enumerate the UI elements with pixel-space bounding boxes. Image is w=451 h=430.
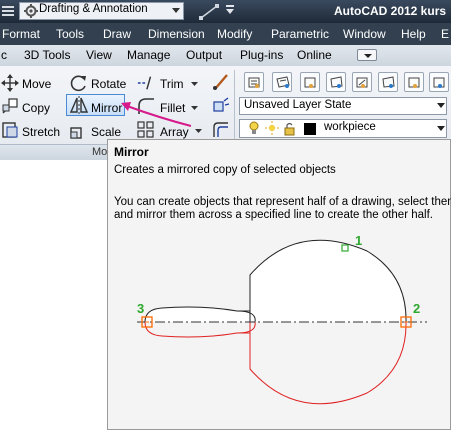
menu-draw[interactable]: Draw	[103, 27, 131, 41]
menu-parametric[interactable]: Parametric	[271, 27, 329, 41]
layer-status-icons	[249, 121, 316, 136]
menu-format[interactable]: Format	[2, 27, 40, 41]
tab-plug-ins[interactable]: Plug-ins	[240, 48, 283, 62]
copy-label[interactable]: Copy	[22, 101, 50, 115]
current-layer-name: workpiece	[324, 121, 376, 133]
gear-icon	[24, 4, 38, 18]
tab-output[interactable]: Output	[186, 48, 222, 62]
tab-online[interactable]: Online	[297, 48, 332, 62]
offset-icon[interactable]	[212, 121, 230, 139]
move-label[interactable]: Move	[22, 77, 51, 91]
panel-divider	[234, 70, 235, 144]
annotation-arrow	[121, 102, 192, 127]
point-label-3: 3	[137, 301, 145, 316]
tab-view[interactable]: View	[86, 48, 112, 62]
point-label-1: 1	[355, 233, 363, 248]
chevron-down-icon[interactable]	[195, 129, 202, 133]
layer-tool-icons	[248, 76, 445, 88]
rotate-icon[interactable]	[70, 74, 88, 92]
chevron-down-icon	[437, 103, 445, 108]
explode-icon[interactable]	[212, 97, 230, 115]
mirror-illustration	[137, 239, 427, 405]
stretch-label[interactable]: Stretch	[22, 125, 60, 139]
menu-express[interactable]: E	[441, 27, 449, 41]
trim-label[interactable]: Trim	[160, 77, 184, 91]
menu-help[interactable]: Help	[401, 27, 426, 41]
app-title: AutoCAD 2012 kurs	[334, 4, 447, 18]
move-icon[interactable]	[1, 74, 19, 92]
menu-modify[interactable]: Modify	[217, 27, 252, 41]
original-object-outline	[144, 239, 407, 323]
stretch-icon[interactable]	[1, 121, 19, 139]
chevron-down-icon	[172, 8, 180, 13]
workspace-label: Drafting & Annotation	[39, 3, 148, 15]
rotate-label[interactable]: Rotate	[91, 77, 126, 91]
scale-icon[interactable]	[70, 121, 88, 139]
modify-panel-title: Mo	[92, 146, 108, 158]
menu-window[interactable]: Window	[343, 27, 386, 41]
tab-3d-tools[interactable]: 3D Tools	[24, 48, 70, 62]
drawing-canvas[interactable]	[0, 160, 107, 430]
ribbon-minimize-toggle[interactable]	[357, 49, 377, 61]
chevron-down-icon[interactable]	[191, 82, 198, 86]
tooltip-description: Creates a mirrored copy of selected obje…	[114, 164, 336, 176]
chevron-down-icon	[437, 126, 445, 131]
mirror-icon	[70, 96, 88, 114]
trim-icon[interactable]	[137, 74, 155, 92]
tab-manage[interactable]: Manage	[127, 48, 170, 62]
menu-dimension[interactable]: Dimension	[148, 27, 205, 41]
menu-tools[interactable]: Tools	[56, 27, 84, 41]
tab-partial[interactable]: c	[1, 48, 7, 62]
mirrored-copy-outline	[144, 321, 407, 405]
draw-line-icon[interactable]	[199, 3, 221, 21]
chevron-down-icon	[364, 54, 372, 58]
layer-state-value: Unsaved Layer State	[244, 99, 352, 111]
tooltip-title: Mirror	[114, 145, 149, 159]
tooltip-detail-line-2: and mirror them across a specified line …	[114, 209, 433, 221]
customize-dropdown-icon[interactable]	[225, 5, 235, 15]
tooltip-detail-line-1: You can create objects that represent ha…	[114, 196, 451, 208]
point-label-2: 2	[413, 301, 421, 316]
quick-access-menu-icon[interactable]	[2, 5, 16, 17]
erase-icon[interactable]	[212, 73, 230, 91]
copy-icon[interactable]	[1, 97, 19, 115]
